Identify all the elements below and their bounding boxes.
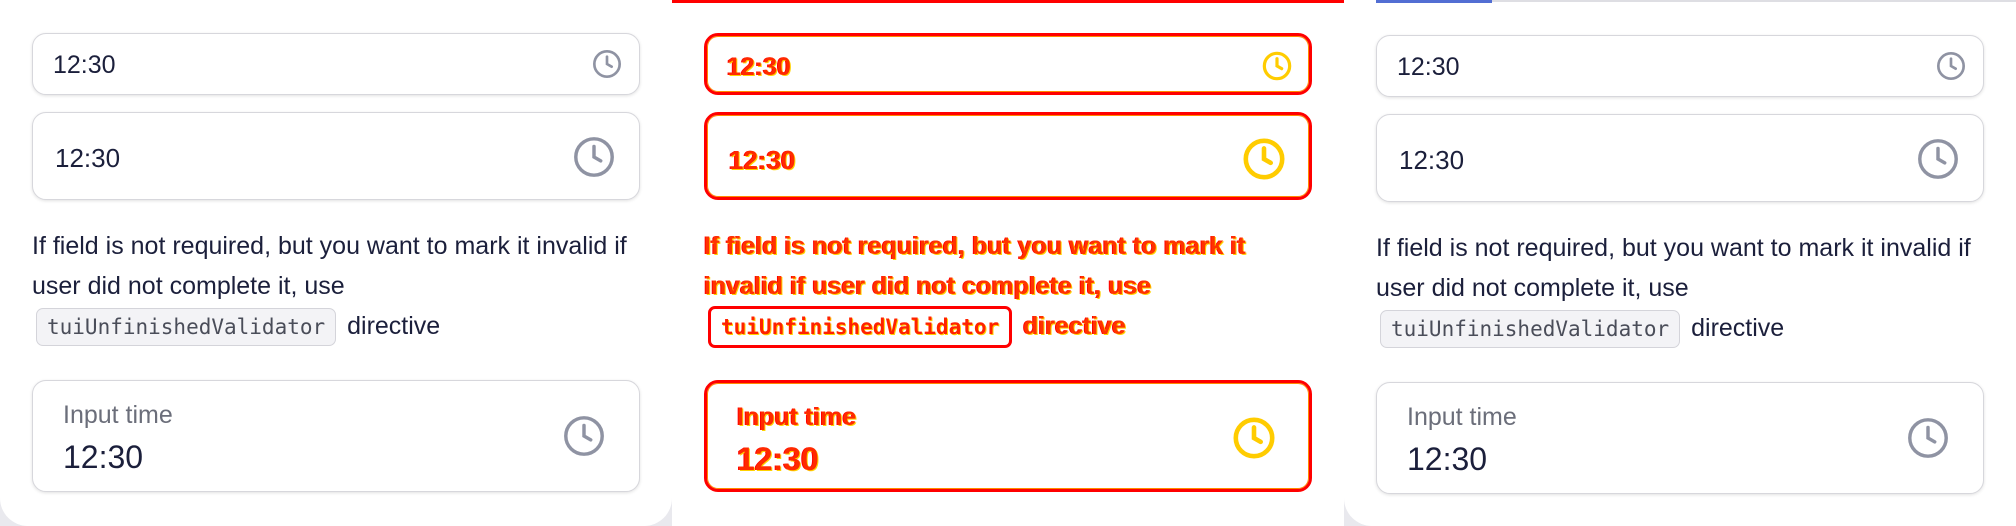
screenshot-stage: 12:30 12:30 If field is not required, bu… — [0, 0, 2016, 526]
description-text-end: directive — [347, 312, 441, 340]
tab-divider — [1492, 0, 2016, 2]
clock-icon[interactable] — [561, 413, 607, 459]
time-input-medium[interactable]: 12:30 — [32, 112, 640, 200]
time-value: 12:30 — [55, 143, 121, 173]
time-input-labeled[interactable]: Input time 12:30 — [704, 380, 1312, 492]
time-input-small[interactable]: 12:30 — [704, 33, 1312, 95]
time-input-labeled[interactable]: Input time 12:30 — [32, 380, 640, 492]
description-text: If field is not required, but you want t… — [1376, 234, 1971, 302]
description-text: If field is not required, but you want t… — [704, 232, 1246, 300]
code-snippet: tuiUnfinishedValidator — [36, 308, 337, 346]
time-value: 12:30 — [737, 441, 819, 477]
time-value: 12:30 — [729, 145, 796, 175]
time-value: 12:30 — [63, 439, 144, 475]
unfinished-validator-description: If field is not required, but you want t… — [1376, 228, 1986, 348]
panel-current: 12:30 12:30 If field is not required, bu… — [1344, 0, 2016, 526]
field-label: Input time — [63, 401, 173, 429]
time-input-small[interactable]: 12:30 — [32, 33, 640, 95]
field-label: Input time — [737, 403, 857, 431]
diff-top-line — [672, 0, 1344, 3]
time-value: 12:30 — [53, 51, 116, 79]
clock-icon[interactable] — [1231, 415, 1277, 461]
code-snippet: tuiUnfinishedValidator — [1380, 310, 1681, 348]
time-value: 12:30 — [1397, 53, 1460, 81]
time-input-medium[interactable]: 12:30 — [1376, 114, 1984, 202]
time-input-small[interactable]: 12:30 — [1376, 35, 1984, 97]
clock-icon[interactable] — [591, 48, 623, 80]
time-value: 12:30 — [1399, 145, 1465, 175]
panel-diff: 12:30 12:30 If field is not required, bu… — [672, 0, 1344, 526]
description-text-end: directive — [1691, 314, 1785, 342]
unfinished-validator-description: If field is not required, but you want t… — [32, 226, 642, 346]
clock-icon[interactable] — [1905, 415, 1951, 461]
clock-icon[interactable] — [1935, 50, 1967, 82]
tab-indicator — [1376, 0, 1492, 3]
clock-icon[interactable] — [1241, 136, 1287, 182]
code-snippet: tuiUnfinishedValidator — [708, 306, 1013, 348]
description-text-end: directive — [1023, 312, 1126, 340]
unfinished-validator-description: If field is not required, but you want t… — [704, 226, 1314, 348]
clock-icon[interactable] — [1915, 136, 1961, 182]
time-input-labeled[interactable]: Input time 12:30 — [1376, 382, 1984, 494]
time-value: 12:30 — [727, 53, 791, 81]
description-text: If field is not required, but you want t… — [32, 232, 627, 300]
time-value: 12:30 — [1407, 441, 1488, 477]
time-input-medium[interactable]: 12:30 — [704, 112, 1312, 200]
clock-icon[interactable] — [1261, 50, 1293, 82]
panel-reference: 12:30 12:30 If field is not required, bu… — [0, 0, 672, 526]
field-label: Input time — [1407, 403, 1517, 431]
clock-icon[interactable] — [571, 134, 617, 180]
